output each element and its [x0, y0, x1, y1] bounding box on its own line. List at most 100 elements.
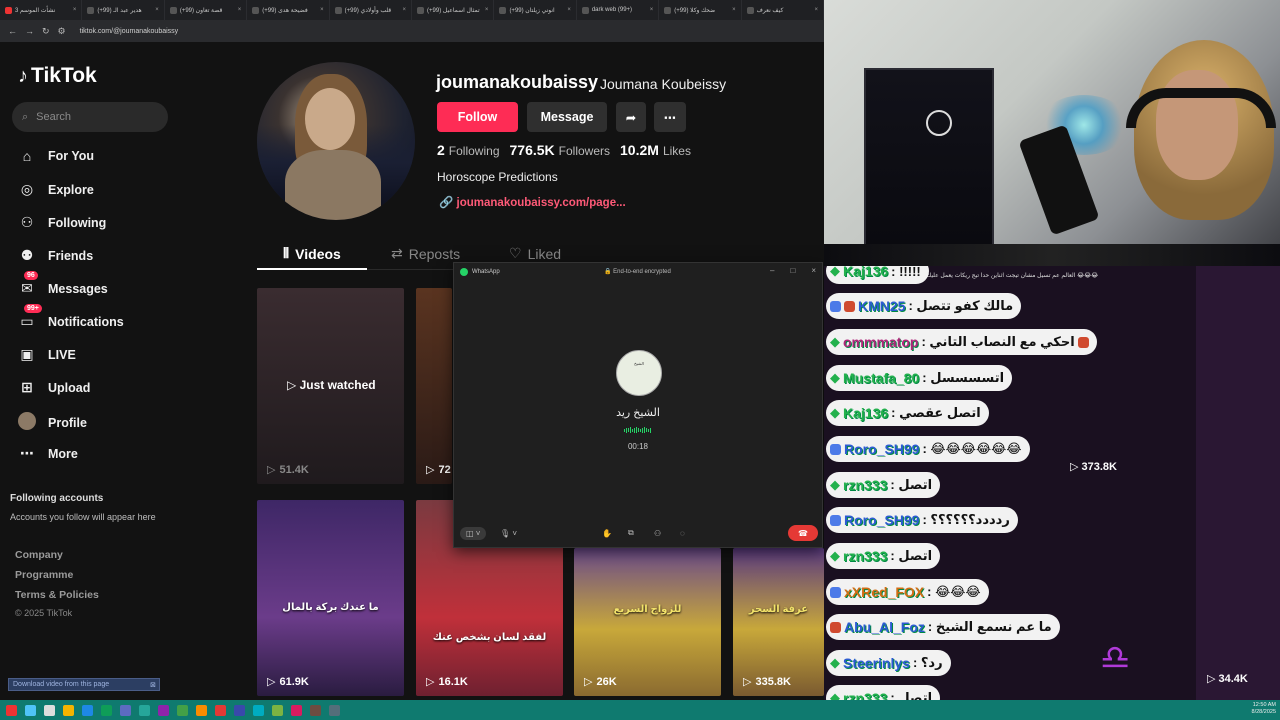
browser-tab[interactable]: dark web (99+) ×	[577, 0, 660, 20]
task-view-icon[interactable]	[44, 704, 55, 716]
more-options-button[interactable]: ⋯	[654, 102, 686, 132]
browser-tab[interactable]: فضيحة هدى (99+) ×	[247, 0, 330, 20]
reload-icon[interactable]: ↻	[42, 26, 50, 37]
link-icon: 🔗	[439, 197, 454, 209]
app-icon[interactable]	[272, 704, 283, 716]
whatsapp-call-window: WhatsApp 🔒 End-to-end encrypted – □ × ال…	[453, 262, 823, 548]
app-icon[interactable]	[196, 704, 207, 716]
app-icon[interactable]	[310, 704, 321, 716]
tab-reposts[interactable]: ⇄ Reposts	[391, 245, 460, 262]
diamond-icon: ◆	[830, 548, 840, 563]
browser-tab[interactable]: قصة تعاون (99+) ×	[165, 0, 248, 20]
browser-tab[interactable]: تمثال اسماعيل (99+) ×	[412, 0, 495, 20]
video-tile[interactable]: ▷ Just watched ▷ 51.4K	[257, 288, 404, 484]
download-video-bar[interactable]: Download video from this page ⊠	[8, 678, 160, 691]
app-icon[interactable]	[291, 704, 302, 716]
edge-icon[interactable]	[82, 704, 93, 716]
end-call-button[interactable]: ☎	[788, 525, 818, 541]
url-field[interactable]: tiktok.com/@joumanakoubaissy	[80, 28, 179, 35]
close-tab-icon[interactable]: ×	[815, 7, 819, 13]
file-explorer-icon[interactable]	[63, 704, 74, 716]
nav-explore[interactable]: ◎ Explore	[18, 181, 94, 198]
close-tab-icon[interactable]: ×	[567, 7, 571, 13]
close-tab-icon[interactable]: ×	[238, 7, 242, 13]
system-clock[interactable]: 12:50 AM 8/28/2025	[1252, 702, 1276, 716]
nav-messages[interactable]: ✉ 96 Messages	[18, 271, 108, 297]
nav-more[interactable]: ⋯ More	[18, 445, 78, 462]
nav-profile[interactable]: Profile	[18, 412, 87, 433]
mic-icon[interactable]: 🎙 ˅	[500, 529, 517, 538]
forward-icon[interactable]: →	[25, 26, 34, 36]
view-count: ▷ 51.4K	[267, 463, 309, 477]
nav-friends[interactable]: ⚉ Friends	[18, 247, 93, 264]
search-input[interactable]: ⌕ Search	[12, 102, 168, 132]
play-icon: ▷	[267, 464, 276, 476]
close-tab-icon[interactable]: ×	[650, 7, 654, 13]
tab-liked[interactable]: ♡ Liked	[509, 245, 561, 262]
stat-following[interactable]: 2 Following	[437, 142, 500, 158]
tab-videos[interactable]: ⦀ Videos	[283, 245, 341, 262]
close-tab-icon[interactable]: ×	[155, 7, 159, 13]
chat-icon[interactable]: ◌	[680, 529, 685, 538]
close-icon[interactable]: ×	[811, 266, 816, 275]
tab-favicon-icon	[417, 6, 425, 14]
app-icon[interactable]	[158, 704, 169, 716]
site-info-icon[interactable]: ⚙	[58, 26, 66, 37]
app-icon[interactable]	[329, 704, 340, 716]
nav-upload[interactable]: ⊞ Upload	[18, 379, 90, 396]
app-icon[interactable]	[177, 704, 188, 716]
tab-favicon-icon	[581, 6, 589, 14]
maximize-icon[interactable]: □	[790, 266, 795, 275]
browser-tab[interactable]: انوني زيلتان (99+) ×	[494, 0, 577, 20]
browser-tab[interactable]: قلب وأولادي (99+) ×	[330, 0, 413, 20]
video-tile[interactable]: للزواج السريع ▷ 26K	[574, 548, 721, 696]
browser-tab[interactable]: كيف نعرف ×	[742, 0, 824, 20]
search-icon[interactable]	[25, 704, 36, 716]
close-icon[interactable]: ⊠	[150, 681, 159, 689]
app-icon[interactable]	[253, 704, 264, 716]
close-tab-icon[interactable]: ×	[320, 7, 324, 13]
browser-tab[interactable]: ضحك وكلا (99+) ×	[659, 0, 742, 20]
footer-terms[interactable]: Terms & Policies	[15, 589, 99, 601]
browser-tab[interactable]: هدير عبد الـ (99+) ×	[82, 0, 165, 20]
share-button[interactable]: ➦	[616, 102, 646, 132]
profile-link[interactable]: 🔗 joumanakoubaissy.com/page...	[439, 195, 626, 209]
start-icon[interactable]	[6, 704, 17, 716]
nav-following[interactable]: ⚇ Following	[18, 214, 107, 231]
minimize-icon[interactable]: –	[770, 266, 774, 275]
close-tab-icon[interactable]: ×	[403, 7, 407, 13]
close-tab-icon[interactable]: ×	[73, 7, 77, 13]
badge-icon	[830, 586, 841, 598]
play-icon: ▷	[743, 676, 752, 688]
video-tile[interactable]: ▷ 72	[416, 288, 452, 484]
video-tile[interactable]: ما عندك بركة بالمال ▷ 61.9K	[257, 500, 404, 696]
app-icon[interactable]	[234, 704, 245, 716]
tiktok-logo[interactable]: ♪ TikTok	[18, 64, 97, 88]
close-tab-icon[interactable]: ×	[485, 7, 489, 13]
share-icon: ➦	[625, 110, 637, 125]
message-button[interactable]: Message	[527, 102, 607, 132]
chat-message: ◆ Steerinlys: رد؟	[826, 650, 951, 676]
screen-share-icon[interactable]: ⧉	[628, 528, 634, 538]
back-icon[interactable]: ←	[8, 26, 17, 36]
nav-notifications[interactable]: ▭ 99+ Notifications	[18, 304, 124, 330]
nav-live[interactable]: ▣ LIVE	[18, 346, 75, 363]
add-person-icon[interactable]: ⚇	[654, 529, 661, 538]
camera-off-icon[interactable]: ◫ ˅	[460, 526, 487, 540]
browser-tab[interactable]: نشأت الموسم 3 ×	[0, 0, 83, 20]
app-icon[interactable]	[120, 704, 131, 716]
footer-programme[interactable]: Programme	[15, 569, 73, 581]
video-caption: للزواج السريع	[613, 604, 682, 615]
chrome-icon[interactable]	[101, 704, 112, 716]
messages-badge: 96	[24, 271, 38, 280]
app-icon[interactable]	[139, 704, 150, 716]
follow-button[interactable]: Follow	[437, 102, 518, 132]
video-tile[interactable]: عرفة السحر ▷ 335.8K	[733, 548, 824, 696]
app-icon[interactable]	[215, 704, 226, 716]
chat-message: xXRed_FOX: 😂😂😂	[826, 579, 989, 605]
nav-for-you[interactable]: ⌂ For You	[18, 148, 94, 164]
raise-hand-icon[interactable]: ✋	[602, 529, 612, 538]
close-tab-icon[interactable]: ×	[732, 7, 736, 13]
stat-followers[interactable]: 776.5K Followers	[510, 142, 611, 158]
footer-company[interactable]: Company	[15, 549, 63, 561]
